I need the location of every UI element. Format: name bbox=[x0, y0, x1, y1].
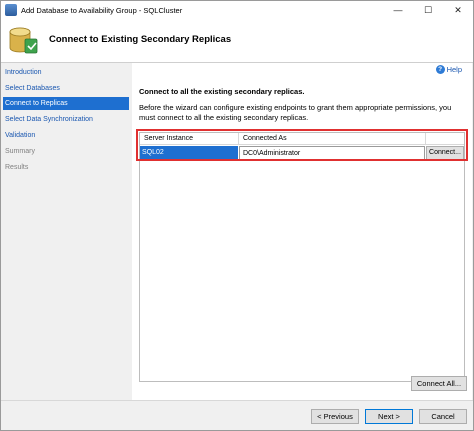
app-icon bbox=[5, 4, 17, 16]
wizard-header: Connect to Existing Secondary Replicas bbox=[1, 19, 473, 63]
help-link[interactable]: ? Help bbox=[435, 65, 462, 74]
section-description: Before the wizard can configure existing… bbox=[139, 103, 452, 122]
nav-item-introduction[interactable]: Introduction bbox=[3, 66, 129, 79]
help-icon: ? bbox=[435, 65, 445, 74]
page-title: Connect to Existing Secondary Replicas bbox=[49, 34, 232, 45]
cancel-button[interactable]: Cancel bbox=[419, 409, 467, 424]
wizard-footer: < Previous Next > Cancel bbox=[1, 400, 473, 430]
section-heading: Connect to all the existing secondary re… bbox=[139, 87, 305, 96]
replica-grid: Server Instance Connected As SQL02 DC0\A… bbox=[139, 132, 465, 382]
content-panel: ? Help Connect to all the existing secon… bbox=[132, 63, 472, 400]
nav-item-connect-to-replicas[interactable]: Connect to Replicas bbox=[3, 97, 129, 110]
database-icon bbox=[9, 27, 38, 54]
wizard-window: Add Database to Availability Group - SQL… bbox=[0, 0, 474, 431]
previous-button[interactable]: < Previous bbox=[311, 409, 359, 424]
nav-item-summary: Summary bbox=[5, 148, 35, 155]
nav-item-select-databases[interactable]: Select Databases bbox=[3, 82, 129, 95]
maximize-button[interactable]: ☐ bbox=[413, 1, 443, 19]
title-bar[interactable]: Add Database to Availability Group - SQL… bbox=[1, 1, 473, 19]
nav-item-results: Results bbox=[5, 164, 29, 171]
minimize-button[interactable]: — bbox=[383, 1, 413, 19]
nav-item-validation[interactable]: Validation bbox=[3, 129, 129, 142]
wizard-nav: Introduction Select Databases Connect to… bbox=[1, 63, 131, 400]
highlight-outline bbox=[136, 129, 468, 161]
window-controls: — ☐ ✕ bbox=[383, 1, 473, 19]
close-button[interactable]: ✕ bbox=[443, 1, 473, 19]
connect-all-button[interactable]: Connect All... bbox=[411, 376, 467, 391]
next-button[interactable]: Next > bbox=[365, 409, 413, 424]
window-title: Add Database to Availability Group - SQL… bbox=[21, 5, 183, 15]
help-label: Help bbox=[446, 65, 462, 74]
nav-item-select-data-synchronization[interactable]: Select Data Synchronization bbox=[3, 113, 129, 126]
